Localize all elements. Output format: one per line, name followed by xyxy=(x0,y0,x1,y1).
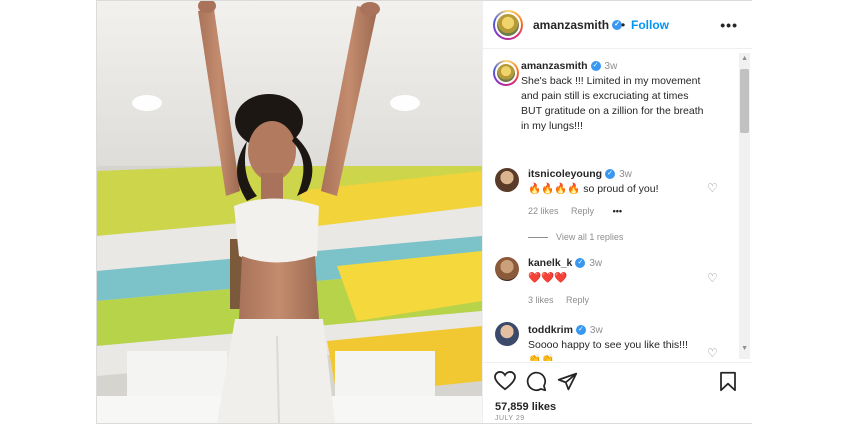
post-date: JULY 29 xyxy=(495,415,525,422)
comments-list[interactable]: amanzasmith ✓ 3w She's back !!! Limited in… xyxy=(483,49,752,361)
post-photo[interactable] xyxy=(97,1,482,423)
comment-username[interactable]: itsnicoleyoung xyxy=(528,168,602,180)
action-bar: 57,859 likes JULY 29 xyxy=(483,362,752,424)
comment-text: 🔥🔥🔥🔥 so proud of you! xyxy=(528,183,659,195)
reply-button[interactable]: Reply xyxy=(571,206,594,216)
comment-time: 3w xyxy=(589,258,603,269)
comment-avatar[interactable] xyxy=(495,168,519,192)
photo-illustration xyxy=(97,1,482,423)
verified-badge-icon: ✓ xyxy=(590,61,601,72)
heart-icon[interactable] xyxy=(494,371,516,391)
post-header: amanzasmith ✓ • Follow ••• xyxy=(483,1,752,49)
more-options-icon[interactable]: ••• xyxy=(720,17,738,33)
verified-badge-icon: ✓ xyxy=(605,169,616,180)
bookmark-icon[interactable] xyxy=(719,371,737,392)
scrollbar-thumb[interactable] xyxy=(740,69,749,133)
follow-button[interactable]: Follow xyxy=(631,18,669,32)
like-count[interactable]: 57,859 likes xyxy=(495,401,556,413)
comment-icon[interactable] xyxy=(526,371,547,392)
comment-time: 3w xyxy=(589,325,603,336)
caption-time: 3w xyxy=(604,61,618,72)
view-replies-label[interactable]: View all 1 replies xyxy=(556,232,623,242)
scroll-down-icon[interactable]: ▼ xyxy=(741,345,748,352)
comment-extra: 👏👏 xyxy=(528,354,555,361)
comment-username[interactable]: kanelk_k xyxy=(528,257,572,269)
header-separator: • xyxy=(621,17,626,32)
comment-username[interactable]: toddkrim xyxy=(528,324,573,336)
post-side-panel: amanzasmith ✓ • Follow ••• amanzasmith ✓ 3w… xyxy=(482,1,752,423)
scroll-up-icon[interactable]: ▲ xyxy=(741,55,748,62)
replies-line xyxy=(528,237,548,239)
comment-more-icon[interactable]: ••• xyxy=(613,206,622,216)
author-avatar-image xyxy=(495,11,521,38)
comment: toddkrim ✓ 3w Soooo happy to see you like … xyxy=(528,323,713,361)
verified-badge-icon: ✓ xyxy=(575,325,586,336)
share-icon[interactable] xyxy=(557,371,578,392)
author-username-text[interactable]: amanzasmith xyxy=(533,18,609,32)
comment-like-heart-icon[interactable]: ♡ xyxy=(707,181,718,195)
verified-badge-icon: ✓ xyxy=(575,258,586,269)
comment-time: 3w xyxy=(619,169,632,180)
reply-button[interactable]: Reply xyxy=(566,295,589,305)
comment-text: Soooo happy to see you like this!!! xyxy=(528,339,688,351)
caption-username[interactable]: amanzasmith xyxy=(521,60,588,72)
comment: kanelk_k ✓ 3w ❤️❤️❤️ xyxy=(528,256,713,286)
comment-text: ❤️❤️❤️ xyxy=(528,272,568,284)
comment-meta: 3 likes Reply xyxy=(528,295,589,305)
author-avatar[interactable] xyxy=(493,9,523,40)
caption: amanzasmith ✓ 3w She's back !!! Limited in… xyxy=(483,59,709,134)
comment-avatar[interactable] xyxy=(495,257,519,281)
comment-avatar[interactable] xyxy=(495,322,519,346)
comment-like-heart-icon[interactable]: ♡ xyxy=(707,271,718,285)
comment: itsnicoleyoung ✓ 3w 🔥🔥🔥🔥 so proud of you! xyxy=(528,167,713,197)
view-replies[interactable]: View all 1 replies xyxy=(528,232,623,242)
comment-like-heart-icon[interactable]: ♡ xyxy=(707,346,718,360)
caption-text: She's back !!! Limited in my movement an… xyxy=(521,75,704,132)
comment-likes[interactable]: 22 likes xyxy=(528,206,559,216)
comment-meta: 22 likes Reply ••• xyxy=(528,206,622,216)
author-username[interactable]: amanzasmith ✓ xyxy=(533,18,623,32)
comment-likes[interactable]: 3 likes xyxy=(528,295,554,305)
instagram-post: amanzasmith ✓ • Follow ••• amanzasmith ✓ 3w… xyxy=(96,0,752,424)
